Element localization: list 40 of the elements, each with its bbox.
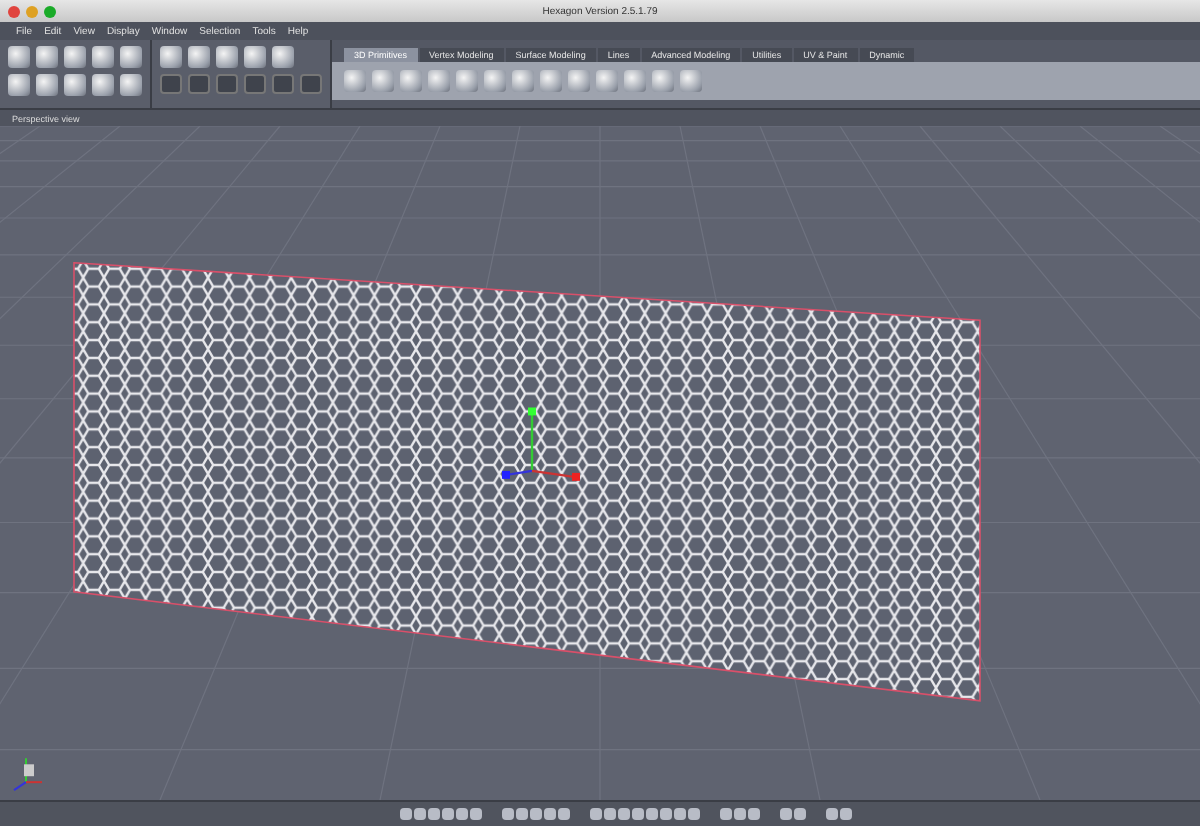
axis-gizmo-icon[interactable]: [502, 407, 580, 481]
tool-icon[interactable]: [300, 74, 322, 94]
hexagon-mesh-panel[interactable]: [73, 261, 981, 702]
tool-icon[interactable]: [36, 46, 58, 68]
tool-icon[interactable]: [92, 74, 114, 96]
tool-icon[interactable]: [484, 70, 506, 92]
close-button[interactable]: [8, 5, 20, 17]
axis-orientation-icon: [13, 757, 43, 792]
viewport[interactable]: [0, 126, 1200, 800]
tool-icon[interactable]: [540, 70, 562, 92]
tool-icon[interactable]: [36, 74, 58, 96]
tool-icon[interactable]: [624, 70, 646, 92]
tool-icon[interactable]: [92, 46, 114, 68]
tool-icon[interactable]: [428, 70, 450, 92]
tool-icon[interactable]: [64, 74, 86, 96]
tool-icon[interactable]: [652, 70, 674, 92]
tool-icon[interactable]: [120, 74, 142, 96]
tool-icon[interactable]: [64, 46, 86, 68]
tool-icon[interactable]: [680, 70, 702, 92]
tool-icon[interactable]: [372, 70, 394, 92]
tool-icon[interactable]: [344, 70, 366, 92]
tool-icon[interactable]: [244, 46, 266, 68]
tool-icon[interactable]: [160, 46, 182, 68]
tool-icon[interactable]: [400, 70, 422, 92]
tool-icon[interactable]: [188, 74, 210, 94]
tool-icon[interactable]: [216, 74, 238, 94]
tool-icon[interactable]: [456, 70, 478, 92]
tool-icon[interactable]: [272, 46, 294, 68]
tool-icon[interactable]: [596, 70, 618, 92]
tool-icon[interactable]: [8, 46, 30, 68]
tool-icon[interactable]: [216, 46, 238, 68]
tool-icon[interactable]: [568, 70, 590, 92]
tool-icon[interactable]: [160, 74, 182, 94]
tool-icon[interactable]: [120, 46, 142, 68]
tool-icon[interactable]: [188, 46, 210, 68]
tool-icon[interactable]: [512, 70, 534, 92]
tool-icon[interactable]: [272, 74, 294, 94]
tool-icon[interactable]: [8, 74, 30, 96]
tool-icon[interactable]: [244, 74, 266, 94]
zoom-button[interactable]: [44, 5, 56, 17]
